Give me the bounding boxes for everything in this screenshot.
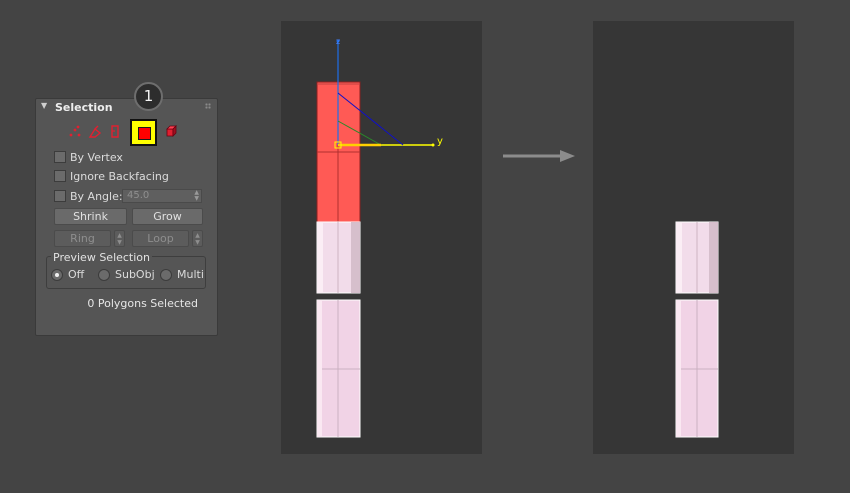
rollout-header[interactable]: ▼ Selection	[36, 99, 217, 117]
selection-rollout: ▼ Selection 1 By Vertex Ignore Backfacin…	[35, 82, 218, 336]
shrink-button[interactable]: Shrink	[54, 208, 127, 225]
viewport-before-scene: z y	[316, 37, 443, 438]
preview-multi-option[interactable]: Multi	[160, 268, 204, 281]
transition-arrow-icon	[503, 150, 575, 162]
preview-subobj-option[interactable]: SubObj	[98, 268, 155, 281]
preview-selection-group: Preview Selection Off SubObj Multi	[46, 251, 206, 289]
border-icon[interactable]	[108, 122, 122, 142]
loop-spinner-icon[interactable]: ▲ ▼	[192, 230, 203, 247]
edge-icon[interactable]	[88, 122, 102, 142]
by-vertex-checkbox[interactable]	[54, 151, 66, 163]
angle-value: 45.0	[127, 190, 150, 201]
mesh-middle-section[interactable]	[675, 221, 719, 294]
viewport-before[interactable]: z y	[281, 21, 482, 454]
polygon-icon[interactable]	[130, 119, 157, 146]
axis-y-label: y	[437, 136, 443, 147]
subobject-level-toolbar	[66, 119, 186, 146]
preview-off-option[interactable]: Off	[51, 268, 84, 281]
mesh-bottom-section[interactable]	[675, 299, 719, 438]
by-angle-checkbox[interactable]	[54, 190, 66, 202]
element-icon[interactable]	[164, 122, 178, 142]
preview-off-radio[interactable]	[51, 268, 63, 281]
ring-spinner-icon[interactable]: ▲ ▼	[114, 230, 125, 247]
by-angle-label: By Angle:	[70, 189, 123, 203]
by-vertex-label: By Vertex	[70, 150, 123, 164]
spinner-arrows-icon[interactable]: ▲ ▼	[194, 190, 199, 202]
loop-button[interactable]: Loop	[132, 230, 189, 247]
preview-off-label: Off	[68, 268, 85, 281]
polygon-square	[138, 127, 151, 140]
vertex-icon[interactable]	[68, 122, 82, 142]
ring-button[interactable]: Ring	[54, 230, 111, 247]
preview-multi-label: Multi	[177, 268, 204, 281]
grow-button[interactable]: Grow	[132, 208, 203, 225]
selection-status: 0 Polygons Selected	[87, 297, 198, 310]
by-vertex-option[interactable]: By Vertex	[54, 150, 123, 164]
axis-z-label: z	[336, 37, 340, 46]
collapse-arrow-icon[interactable]: ▼	[41, 101, 47, 110]
preview-multi-radio[interactable]	[160, 268, 172, 281]
mesh-bottom-section[interactable]	[316, 299, 361, 438]
preview-subobj-radio[interactable]	[98, 268, 110, 281]
preview-subobj-label: SubObj	[115, 268, 155, 281]
grip-icon[interactable]	[205, 103, 211, 109]
ignore-backfacing-checkbox[interactable]	[54, 170, 66, 182]
rollout-title: Selection	[55, 101, 113, 114]
ignore-backfacing-option[interactable]: Ignore Backfacing	[54, 169, 169, 183]
angle-spinner[interactable]: 45.0 ▲ ▼	[122, 189, 202, 203]
mesh-middle-section[interactable]	[316, 221, 361, 294]
preview-selection-label: Preview Selection	[51, 251, 153, 264]
ignore-backfacing-label: Ignore Backfacing	[70, 169, 169, 183]
by-angle-option[interactable]: By Angle:	[54, 189, 123, 203]
viewport-after-scene	[675, 221, 719, 438]
viewport-after[interactable]	[593, 21, 794, 454]
step-badge: 1	[134, 82, 163, 111]
